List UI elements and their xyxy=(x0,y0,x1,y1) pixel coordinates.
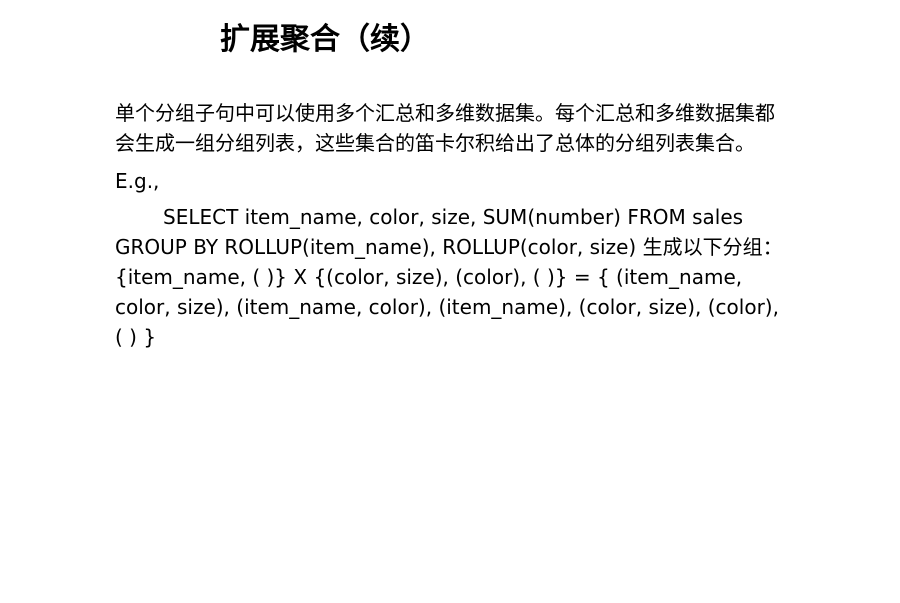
slide: 扩展聚合（续） 单个分组子句中可以使用多个汇总和多维数据集。每个汇总和多维数据集… xyxy=(0,0,900,603)
sql-example-text: SELECT item_name, color, size, SUM(numbe… xyxy=(115,205,783,349)
slide-body: 单个分组子句中可以使用多个汇总和多维数据集。每个汇总和多维数据集都会生成一组分组… xyxy=(115,98,785,352)
example-label: E.g., xyxy=(115,169,160,193)
description-paragraph: 单个分组子句中可以使用多个汇总和多维数据集。每个汇总和多维数据集都会生成一组分组… xyxy=(115,101,775,155)
slide-title: 扩展聚合（续） xyxy=(220,22,430,57)
